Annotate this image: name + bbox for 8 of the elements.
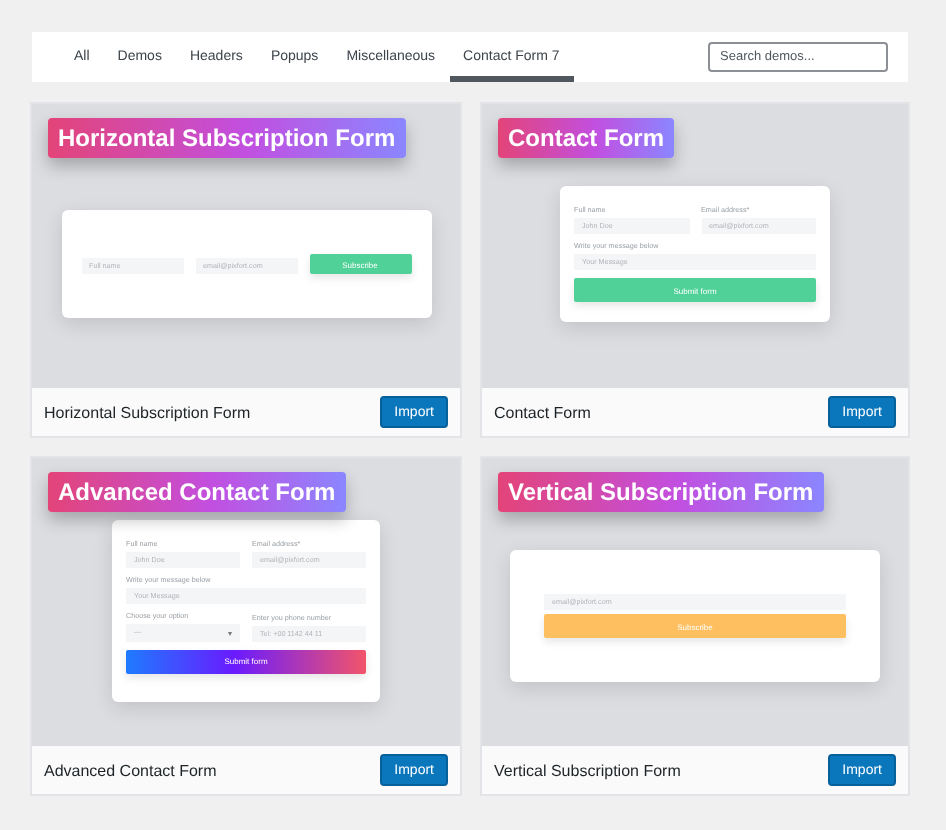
card-title: Vertical Subscription Form (494, 761, 681, 779)
preview-banner: Advanced Contact Form (48, 472, 346, 512)
preview-banner: Contact Form (498, 118, 674, 158)
preview-banner: Horizontal Subscription Form (48, 118, 406, 158)
card-title: Horizontal Subscription Form (44, 403, 251, 421)
card-title: Advanced Contact Form (44, 761, 217, 779)
preview-banner: Vertical Subscription Form (498, 472, 824, 512)
card-title: Contact Form (494, 403, 591, 421)
